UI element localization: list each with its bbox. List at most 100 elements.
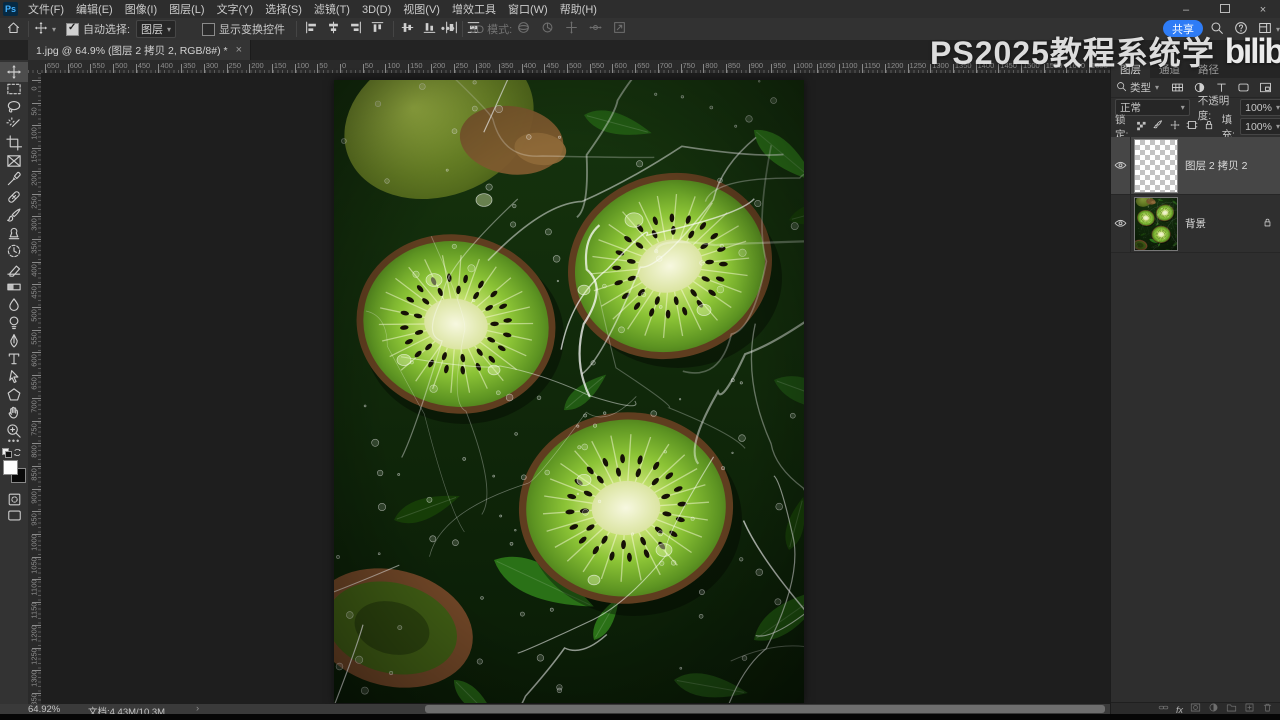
ruler-label-h: 450 bbox=[546, 61, 559, 70]
ruler-label-h: 1000 bbox=[796, 61, 813, 70]
menu-item-7[interactable]: 滤镜(T) bbox=[308, 1, 356, 19]
panel-tab-1[interactable]: 图层 bbox=[1111, 61, 1150, 79]
restore-button[interactable] bbox=[1208, 0, 1242, 18]
align-center-h-icon[interactable] bbox=[326, 20, 341, 38]
panel-tab-3[interactable]: 路径 bbox=[1189, 61, 1228, 79]
menu-item-1[interactable]: 文件(F) bbox=[22, 1, 70, 19]
document-tab[interactable]: 1.jpg @ 64.9% (图层 2 拷贝 2, RGB/8#) * × bbox=[28, 40, 252, 60]
lock-artboard-icon[interactable] bbox=[1186, 119, 1198, 134]
menu-item-5[interactable]: 文字(Y) bbox=[211, 1, 260, 19]
gradient-tool[interactable] bbox=[0, 278, 28, 296]
current-tool-icon[interactable]: ▾ bbox=[34, 18, 56, 40]
status-expand-arrow[interactable]: › bbox=[196, 703, 199, 714]
menu-item-6[interactable]: 选择(S) bbox=[259, 1, 308, 19]
blur-tool[interactable] bbox=[0, 296, 28, 314]
align-left-icon[interactable] bbox=[304, 20, 319, 38]
spot-healing-tool[interactable] bbox=[0, 188, 28, 206]
eyedropper-tool[interactable] bbox=[0, 170, 28, 188]
layer-visibility-eye-icon[interactable] bbox=[1111, 195, 1131, 252]
hand-tool[interactable] bbox=[0, 404, 28, 422]
vertical-ruler[interactable]: 0 50 100 150 200 250 300 350 400 450 500 550 600 650 7… bbox=[28, 73, 42, 706]
share-button[interactable]: 共享 bbox=[1163, 20, 1203, 37]
layer-filter-dropdown[interactable]: 类型 bbox=[1130, 80, 1151, 95]
opacity-value[interactable]: 100% ▾ bbox=[1240, 99, 1280, 116]
ruler-label-h: 300 bbox=[478, 61, 491, 70]
checkbox-checked-icon[interactable] bbox=[66, 22, 79, 36]
shape-tool[interactable] bbox=[0, 386, 28, 404]
lasso-tool[interactable] bbox=[0, 98, 28, 116]
menu-item-9[interactable]: 视图(V) bbox=[397, 1, 446, 19]
move-tool[interactable] bbox=[0, 62, 28, 82]
crop-tool[interactable] bbox=[0, 134, 28, 152]
align-middle-icon[interactable] bbox=[400, 20, 415, 38]
layer-thumbnail[interactable] bbox=[1135, 198, 1177, 250]
frame-tool[interactable] bbox=[0, 152, 28, 170]
pen-tool[interactable] bbox=[0, 332, 28, 350]
foreground-color-swatch[interactable] bbox=[3, 460, 18, 475]
more-options-button[interactable]: ••• bbox=[441, 18, 456, 40]
ruler-label-v: 550 bbox=[29, 331, 39, 345]
lock-transparent-icon[interactable] bbox=[1135, 119, 1147, 134]
ruler-label-v: 1250 bbox=[29, 647, 39, 665]
search-icon[interactable] bbox=[1210, 18, 1224, 40]
default-colors-icon[interactable] bbox=[2, 448, 12, 458]
panel-tab-2[interactable]: 通道 bbox=[1150, 61, 1189, 79]
menu-item-10[interactable]: 增效工具 bbox=[446, 1, 502, 19]
path-selection-tool[interactable] bbox=[0, 368, 28, 386]
menu-item-12[interactable]: 帮助(H) bbox=[554, 1, 603, 19]
marquee-tool[interactable] bbox=[0, 80, 28, 98]
menu-item-2[interactable]: 编辑(E) bbox=[70, 1, 119, 19]
screen-mode-button[interactable] bbox=[0, 506, 28, 524]
workspace-icon[interactable]: ▾ bbox=[1258, 18, 1280, 40]
checkbox-unchecked-icon[interactable] bbox=[202, 22, 215, 36]
ruler-label-v: 1000 bbox=[29, 534, 39, 551]
history-brush-tool[interactable] bbox=[0, 242, 28, 260]
menu-item-3[interactable]: 图像(I) bbox=[119, 1, 163, 19]
auto-select-target-dropdown[interactable]: 图层 ▾ bbox=[136, 18, 177, 40]
magic-wand-tool[interactable] bbox=[0, 116, 28, 134]
fill-value[interactable]: 100% ▾ bbox=[1240, 118, 1280, 135]
align-right-icon[interactable] bbox=[348, 20, 363, 38]
ruler-label-h: 550 bbox=[92, 61, 105, 70]
auto-select-checkbox[interactable]: 自动选择: bbox=[66, 18, 130, 40]
ruler-tick bbox=[294, 64, 296, 73]
minimize-button[interactable]: – bbox=[1169, 2, 1203, 18]
menu-item-8[interactable]: 3D(D) bbox=[356, 1, 397, 19]
smart-object-filter-icon[interactable] bbox=[1257, 81, 1273, 94]
clone-stamp-tool[interactable] bbox=[0, 224, 28, 242]
dodge-tool[interactable] bbox=[0, 314, 28, 332]
ruler-label-h: 600 bbox=[614, 61, 627, 70]
eraser-tool[interactable] bbox=[0, 260, 28, 278]
ruler-label-v: 1200 bbox=[29, 624, 39, 642]
type-tool[interactable] bbox=[0, 350, 28, 368]
close-button[interactable]: × bbox=[1246, 2, 1280, 18]
layer-row-2[interactable]: 背景 bbox=[1111, 195, 1280, 253]
lock-paint-icon[interactable] bbox=[1152, 119, 1164, 134]
lock-icon[interactable] bbox=[1203, 119, 1215, 134]
layer-thumbnail[interactable] bbox=[1134, 138, 1178, 193]
horizontal-scrollbar[interactable] bbox=[425, 705, 1105, 713]
help-icon[interactable] bbox=[1234, 18, 1248, 40]
ruler-label-v: 400 bbox=[29, 263, 39, 277]
layer-row-1[interactable]: 图层 2 拷贝 2 bbox=[1111, 137, 1280, 195]
menu-item-11[interactable]: 窗口(W) bbox=[502, 1, 554, 19]
tab-close-icon[interactable]: × bbox=[236, 44, 242, 56]
brush-tool[interactable] bbox=[0, 206, 28, 224]
canvas-area[interactable] bbox=[41, 73, 1110, 706]
lock-position-icon[interactable] bbox=[1169, 119, 1181, 134]
horizontal-ruler[interactable]: 650 600 550 500 450 400 350 300 250 200 150 100 50 0 5… bbox=[28, 60, 1110, 74]
ruler-tick bbox=[771, 64, 773, 73]
menu-item-4[interactable]: 图层(L) bbox=[163, 1, 210, 19]
shape-filter-icon[interactable] bbox=[1235, 81, 1251, 94]
align-bottom-icon[interactable] bbox=[422, 20, 437, 38]
align-top-icon[interactable] bbox=[370, 20, 385, 38]
ruler-label-v: 1050 bbox=[29, 556, 39, 574]
ruler-label-h: 800 bbox=[705, 61, 718, 70]
photoshop-app-icon[interactable]: Ps bbox=[3, 2, 18, 16]
show-transform-checkbox[interactable]: 显示变换控件 bbox=[202, 18, 285, 40]
mode3d-label: 3D 模式: bbox=[470, 24, 513, 36]
lock-icon bbox=[1262, 215, 1273, 233]
layer-visibility-eye-icon[interactable] bbox=[1111, 137, 1131, 194]
pixel-filter-icon[interactable] bbox=[1169, 81, 1185, 94]
home-button[interactable] bbox=[6, 18, 21, 40]
